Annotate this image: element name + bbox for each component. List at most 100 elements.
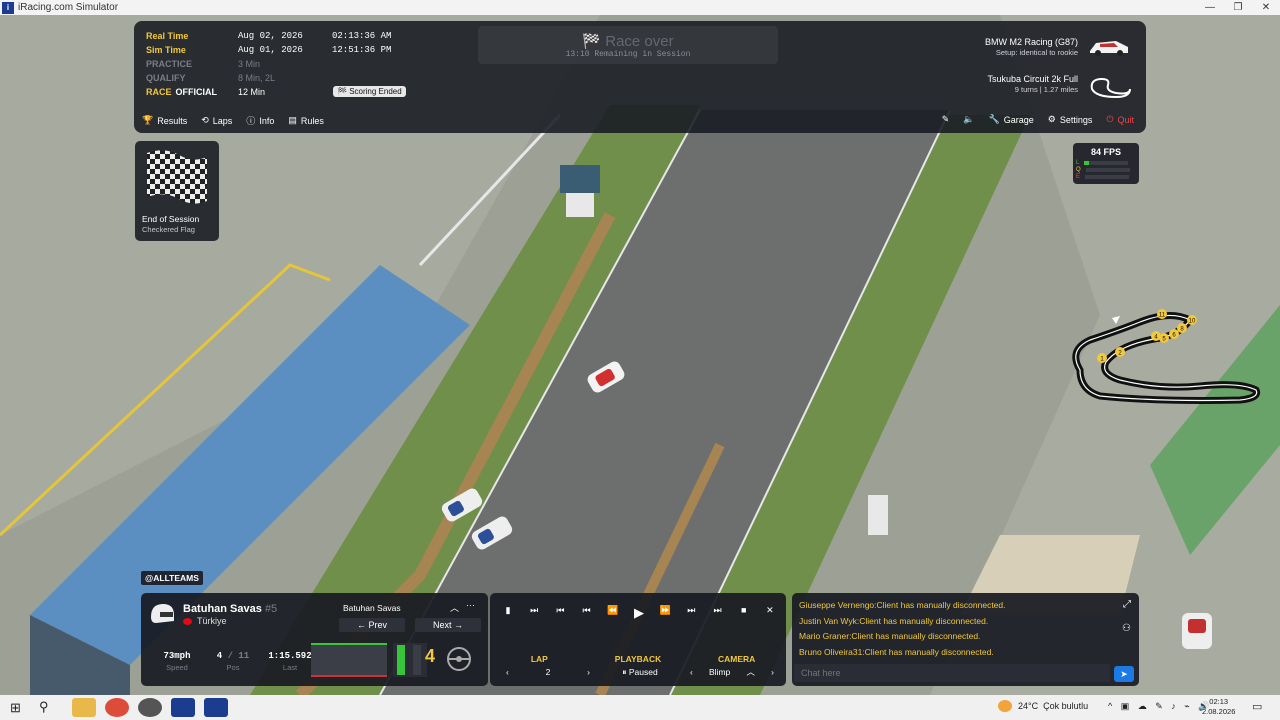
obs-icon[interactable] — [138, 698, 162, 717]
playback-label: PLAYBACK — [614, 654, 662, 664]
position-label: Pos — [226, 663, 240, 672]
right-nav-tabs: ✎ 🔈 🔧 Garage ⚙ Settings ⏻ Quit — [928, 114, 1134, 125]
speed-label: Speed — [166, 663, 188, 672]
sim-time-label: Sim Time — [146, 45, 186, 55]
chrome-icon[interactable] — [105, 698, 129, 717]
tab-rules[interactable]: ▤ Rules — [288, 114, 324, 127]
tools-button[interactable]: ✕ — [760, 605, 780, 621]
track-info[interactable]: Tsukuba Circuit 2k Full 9 turns | 1.27 m… — [987, 74, 1078, 94]
practice-label: PRACTICE — [146, 59, 193, 69]
chat-message: Mario Graner:Client has manually disconn… — [799, 631, 981, 641]
fps-value: 84 FPS — [1091, 147, 1122, 157]
window-titlebar: i iRacing.com Simulator — ❐ ✕ — [0, 0, 1280, 15]
start-marker-icon — [1112, 316, 1120, 324]
tab-garage[interactable]: 🔧 Garage — [989, 114, 1034, 125]
fps-row-error: E — [1076, 173, 1130, 180]
camera-value: Blimp — [709, 667, 731, 677]
position-number: 4 — [216, 651, 223, 661]
real-time-clock: 02:13:36 AM — [332, 31, 392, 41]
users-icon[interactable]: ⚇ — [1122, 623, 1131, 634]
helmet-icon — [151, 604, 174, 623]
speaker-icon: 🔈 — [963, 114, 975, 124]
track-outline-icon — [1090, 77, 1131, 99]
fast-forward-button[interactable]: ⏩ — [655, 605, 675, 621]
playback-state[interactable]: ⏸ Paused — [594, 667, 686, 678]
next-driver-button[interactable]: Next → — [415, 618, 481, 632]
camera-next-button[interactable]: › — [771, 667, 774, 677]
chevron-up-icon[interactable]: ︿ — [450, 601, 459, 614]
camera-button[interactable]: ■ — [734, 605, 754, 621]
track-name: Tsukuba Circuit 2k Full — [987, 74, 1078, 84]
prev-incident-button[interactable]: ⏮ — [577, 605, 597, 621]
tab-info[interactable]: ⓘ Info — [246, 114, 274, 127]
chat-messages: Giuseppe Vernengo:Client has manually di… — [799, 598, 1006, 660]
position-value: 4 / 11 — [211, 651, 255, 661]
search-icon[interactable]: ⚲ — [39, 699, 49, 715]
camera-selector: ‹ Blimp ︿ › — [686, 666, 778, 678]
iracing-app-icon[interactable] — [171, 698, 195, 717]
maximize-button[interactable]: ❐ — [1224, 2, 1252, 13]
sim-time-clock: 12:51:36 PM — [332, 45, 392, 55]
iracing-sim-icon[interactable] — [204, 698, 228, 717]
qualify-value: 8 Min, 2L — [238, 73, 276, 83]
chat-input[interactable] — [794, 664, 1110, 682]
driver-country: Türkiye — [183, 616, 227, 626]
next-incident-button[interactable]: ⏭ — [681, 605, 701, 621]
rewind-button[interactable]: ⏪ — [603, 605, 623, 621]
tab-settings[interactable]: ⚙ Settings — [1048, 114, 1093, 125]
car-info[interactable]: BMW M2 Racing (G87) Setup: identical to … — [985, 37, 1078, 57]
record-marker-button[interactable]: ▮ — [498, 605, 518, 621]
scoring-ended-badge: 🏁 Scoring Ended — [333, 86, 406, 97]
chat-panel: Giuseppe Vernengo:Client has manually di… — [792, 593, 1139, 686]
trophy-icon: 🏆 — [142, 115, 154, 125]
minimize-button[interactable]: — — [1196, 2, 1224, 13]
audio-button[interactable]: 🔈 — [963, 114, 974, 125]
brake-bar — [413, 645, 421, 675]
expand-icon[interactable]: ⤢ — [1123, 599, 1131, 610]
edit-button[interactable]: ✎ — [942, 114, 950, 125]
chat-message: Justin Van Wyk:Client has manually disco… — [799, 615, 989, 626]
driver-panel: Batuhan Savas #5 Türkiye Batuhan Savas ︿… — [141, 593, 488, 686]
lap-prev-button[interactable]: ‹ — [506, 667, 509, 677]
skip-to-live-button[interactable]: ⏭ — [708, 605, 728, 621]
prev-driver-button[interactable]: ← Prev — [339, 618, 405, 632]
flag-subtitle: Checkered Flag — [142, 225, 195, 234]
file-explorer-icon[interactable] — [72, 698, 96, 717]
weather-widget[interactable]: 24°C Çok bulutlu — [998, 700, 1088, 712]
send-button[interactable]: ➤ — [1114, 666, 1134, 682]
checkered-flag-icon: 🏁 — [582, 33, 602, 50]
lap-selector: ‹ 2 › — [502, 667, 594, 677]
fps-row-quality: Q — [1076, 166, 1130, 173]
replay-controls: ▮ ⏭ ⏮ ⏮ ⏪ ▶ ⏩ ⏭ ⏭ ■ ✕ — [498, 605, 780, 621]
camera-label: CAMERA — [718, 654, 756, 664]
input-trace-graph — [311, 643, 387, 677]
camera-dropdown-button[interactable]: ︿ — [746, 666, 755, 678]
window-title: iRacing.com Simulator — [18, 2, 119, 13]
driver-selector-name: Batuhan Savas — [343, 603, 401, 613]
windows-start-icon[interactable]: ⊞ — [10, 700, 21, 716]
gear-indicator: 4 — [425, 646, 436, 666]
tab-laps-label: Laps — [212, 115, 233, 126]
weather-temp: 24°C — [1018, 701, 1039, 711]
race-label: RACE — [146, 87, 172, 97]
lap-value: 2 — [545, 667, 551, 677]
more-options-icon[interactable]: ··· — [466, 600, 475, 610]
tab-garage-label: Garage — [1003, 114, 1034, 125]
play-button[interactable]: ▶ — [629, 605, 649, 621]
driver-name-text: Batuhan Savas — [183, 603, 262, 615]
lap-next-button[interactable]: › — [587, 667, 590, 677]
tab-laps[interactable]: ⟲ Laps — [201, 114, 232, 127]
taskbar-clock[interactable]: 02:13 2.08.2026 — [1202, 697, 1235, 717]
gear-icon: ⚙ — [1047, 114, 1056, 124]
system-tray-icons[interactable]: ^ ▣ ☁ ✎ ♪ ⌁ 🔊 — [1108, 701, 1212, 712]
notification-icon[interactable]: ▭ — [1252, 700, 1262, 713]
camera-prev-button[interactable]: ‹ — [690, 667, 693, 677]
skip-to-start-button[interactable]: ⏮ — [550, 605, 570, 621]
cloud-sun-icon — [998, 700, 1012, 712]
quit-label: Quit — [1117, 114, 1134, 125]
next-frame-button[interactable]: ⏭ — [524, 605, 544, 621]
tab-results[interactable]: 🏆 Results — [142, 114, 187, 127]
map-marker-label: 10 — [1189, 319, 1196, 325]
quit-button[interactable]: ⏻ Quit — [1106, 114, 1134, 125]
close-window-button[interactable]: ✕ — [1252, 2, 1280, 13]
